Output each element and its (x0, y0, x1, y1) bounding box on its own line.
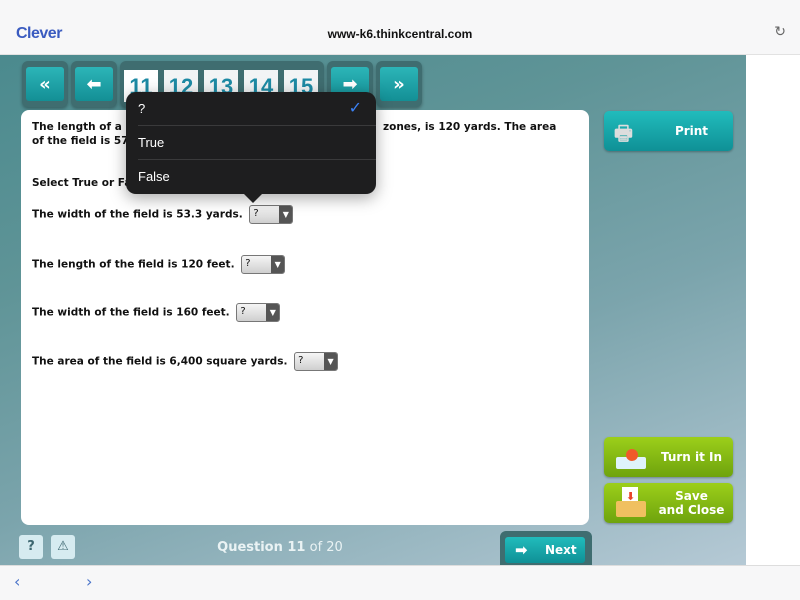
next-button[interactable]: ➡ Next (505, 537, 585, 563)
statement-row: The area of the field is 6,400 square ya… (32, 352, 339, 371)
turn-it-in-button[interactable]: Turn it In (604, 437, 733, 477)
last-page-group: » (376, 61, 422, 107)
true-false-select[interactable]: ? ▼ (236, 303, 281, 322)
option-false[interactable]: False (138, 160, 376, 194)
true-false-popover: ? ✓ True False (126, 92, 376, 203)
option-true[interactable]: True (138, 126, 376, 160)
right-margin (746, 55, 800, 565)
true-false-select[interactable]: ? ▼ (294, 352, 339, 371)
chevron-left-icon[interactable]: ‹ (14, 572, 20, 591)
save-folder-icon: ⬇ (614, 487, 648, 519)
print-button[interactable]: 🖶 Print (604, 111, 733, 151)
chevron-right-icon[interactable]: › (86, 572, 92, 591)
statement-text: The width of the field is 160 feet. (32, 306, 230, 319)
first-page-group: « (22, 61, 68, 107)
url-text[interactable]: www-k6.thinkcentral.com (0, 27, 800, 41)
double-right-arrow-icon[interactable]: » (380, 67, 418, 101)
browser-url-bar: Clever www-k6.thinkcentral.com ↻ (0, 12, 800, 55)
question-counter: Question 11 of 20 (217, 540, 343, 555)
option-unanswered[interactable]: ? ✓ (138, 92, 376, 126)
true-false-select[interactable]: ? ▼ (241, 255, 286, 274)
dropdown-arrow-icon: ▼ (271, 256, 285, 273)
dropdown-arrow-icon: ▼ (266, 304, 280, 321)
status-bar (0, 0, 800, 12)
next-button-frame: ➡ Next (500, 531, 592, 565)
statement-row: The length of the field is 120 feet. ? ▼ (32, 255, 286, 274)
true-false-select[interactable]: ? ▼ (249, 205, 294, 224)
left-arrow-icon[interactable]: ⬅ (75, 67, 113, 101)
browser-bottom-bar: ‹ › (0, 565, 800, 600)
intro-line2: of the field is 57, (32, 135, 133, 147)
dropdown-arrow-icon: ▼ (279, 206, 293, 223)
double-left-arrow-icon[interactable]: « (26, 67, 64, 101)
statement-text: The width of the field is 53.3 yards. (32, 208, 243, 221)
statement-row: The width of the field is 53.3 yards. ? ▼ (32, 205, 294, 224)
instruction-text: Select True or Fal (32, 177, 136, 189)
right-arrow-icon: ➡ (515, 541, 528, 559)
printer-icon: 🖶 (614, 121, 633, 145)
statement-row: The width of the field is 160 feet. ? ▼ (32, 303, 281, 322)
statement-text: The area of the field is 6,400 square ya… (32, 355, 288, 368)
dropdown-arrow-icon: ▼ (324, 353, 338, 370)
intro-line1-right: zones, is 120 yards. The area (383, 121, 557, 133)
prev-page-group: ⬅ (71, 61, 117, 107)
reload-icon[interactable]: ↻ (774, 24, 786, 40)
intro-line1-left: The length of a re (32, 121, 138, 133)
statement-text: The length of the field is 120 feet. (32, 258, 235, 271)
save-and-close-button[interactable]: ⬇ Save and Close (604, 483, 733, 523)
popover-pointer (244, 194, 262, 203)
turn-in-tray-icon (614, 443, 648, 471)
checkmark-icon: ✓ (348, 100, 362, 117)
